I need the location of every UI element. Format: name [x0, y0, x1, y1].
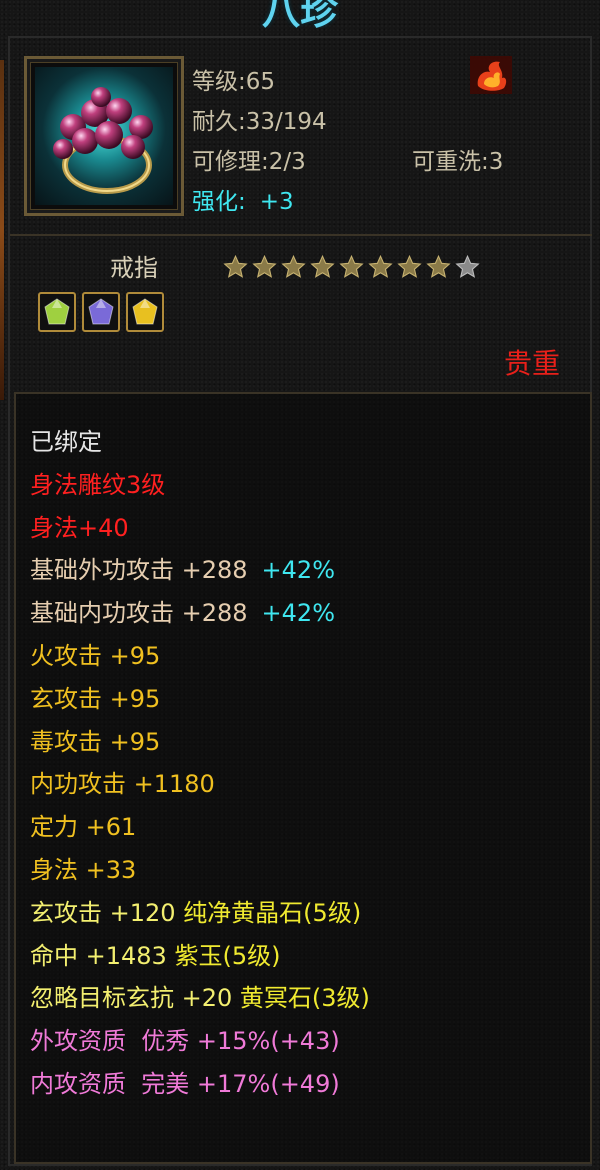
attribute-extra: 黄冥石(3级) [239, 984, 370, 1013]
attribute-text: 身法+40 [30, 513, 129, 542]
attribute-row: 内功攻击 +1180 [30, 764, 215, 799]
attribute-text: 定力 +61 [30, 813, 137, 842]
attribute-text: 内功攻击 +1180 [30, 770, 215, 799]
rewash-value: 3 [488, 149, 504, 175]
item-header: 等级:65 耐久:33/194 可修理:2/3 可重洗:3 强化: +3 [10, 38, 592, 236]
left-edge-decoration [0, 60, 4, 400]
green-gem-icon[interactable] [38, 292, 76, 332]
repair-row: 可修理:2/3 [192, 142, 306, 176]
attribute-extra: 紫玉(5级) [174, 941, 281, 970]
rewash-row: 可重洗:3 [412, 142, 503, 176]
attribute-list: 已绑定 身法雕纹3级 身法+40 基础外功攻击 +288 +42% 基础内功攻击 +288… [14, 392, 592, 1164]
rarity-label: 贵重 [503, 347, 560, 380]
attribute-text: 毒攻击 +95 [30, 727, 161, 756]
attribute-text: 命中 +1483 [30, 941, 175, 970]
star-filled-icon [280, 254, 307, 280]
durability-label: 耐久: [192, 109, 246, 135]
attribute-row: 基础外功攻击 +288 +42% [30, 550, 335, 585]
attribute-row: 命中 +1483 紫玉(5级) [30, 936, 280, 971]
durability-value: 33/194 [245, 109, 327, 135]
attribute-text: 身法 +33 [30, 856, 137, 884]
item-type-section: 戒指 贵重 [10, 236, 592, 386]
repair-value: 2/3 [268, 149, 306, 175]
star-filled-icon [396, 254, 423, 280]
attribute-row: 基础内功攻击 +288 +42% [30, 593, 335, 628]
attribute-text: 内攻资质 完美 +17%(+49) [30, 1070, 340, 1098]
attribute-row: 外攻资质 优秀 +15%(+43) [30, 1021, 340, 1056]
fire-element-icon [470, 56, 512, 94]
rewash-label: 可重洗: [412, 149, 489, 175]
attribute-row: 火攻击 +95 [30, 636, 160, 671]
attribute-text: 玄攻击 +95 [30, 684, 161, 713]
item-title: 八珍 [261, 0, 338, 28]
attribute-row: 内攻资质 完美 +17%(+49) [30, 1064, 340, 1099]
attribute-text: 基础内功攻击 +288 [30, 599, 248, 628]
attribute-row: 玄攻击 +95 [30, 679, 160, 714]
ring-icon [35, 67, 173, 205]
item-icon-frame [24, 56, 184, 216]
attribute-row: 身法雕纹3级 [30, 465, 165, 500]
level-label: 等级: [192, 69, 246, 95]
level-value: 65 [245, 69, 276, 95]
star-filled-icon [251, 254, 278, 280]
attribute-row: 忽略目标玄抗 +20 黄冥石(3级) [30, 978, 370, 1013]
attribute-row: 玄攻击 +120 纯净黄晶石(5级) [30, 893, 361, 928]
repair-label: 可修理: [192, 149, 269, 175]
attribute-extra: +42% [261, 556, 335, 585]
star-rating [222, 254, 481, 280]
strengthen-label: 强化: [192, 189, 246, 215]
strengthen-value: +3 [259, 189, 294, 215]
attribute-row: 毒攻击 +95 [30, 722, 160, 757]
attribute-row: 身法+40 [30, 508, 129, 543]
purple-gem-icon[interactable] [82, 292, 120, 332]
level-row: 等级:65 [192, 62, 275, 96]
star-empty-icon [454, 254, 481, 280]
attribute-text: 已绑定 [30, 428, 102, 456]
attribute-row: 身法 +33 [30, 850, 136, 885]
gem-slots [38, 292, 164, 332]
attribute-text: 外攻资质 优秀 +15%(+43) [30, 1027, 340, 1056]
attribute-extra: 纯净黄晶石(5级) [183, 898, 362, 927]
strengthen-row: 强化: +3 [192, 182, 294, 216]
item-type: 戒指 [110, 254, 158, 282]
attribute-row: 已绑定 [30, 422, 102, 457]
attribute-text: 玄攻击 +120 [30, 898, 184, 927]
attribute-text: 忽略目标玄抗 +20 [30, 984, 240, 1013]
attribute-text: 身法雕纹3级 [30, 470, 166, 499]
yellow-gem-icon[interactable] [126, 292, 164, 332]
attribute-row: 定力 +61 [30, 807, 136, 842]
star-filled-icon [309, 254, 336, 280]
star-filled-icon [222, 254, 249, 280]
attribute-text: 火攻击 +95 [30, 642, 161, 670]
star-filled-icon [425, 254, 452, 280]
durability-row: 耐久:33/194 [192, 102, 327, 136]
attribute-extra: +42% [261, 599, 335, 628]
star-filled-icon [367, 254, 394, 280]
star-filled-icon [338, 254, 365, 280]
attribute-text: 基础外功攻击 +288 [30, 556, 248, 585]
title-strip: 八珍 [0, 0, 600, 28]
